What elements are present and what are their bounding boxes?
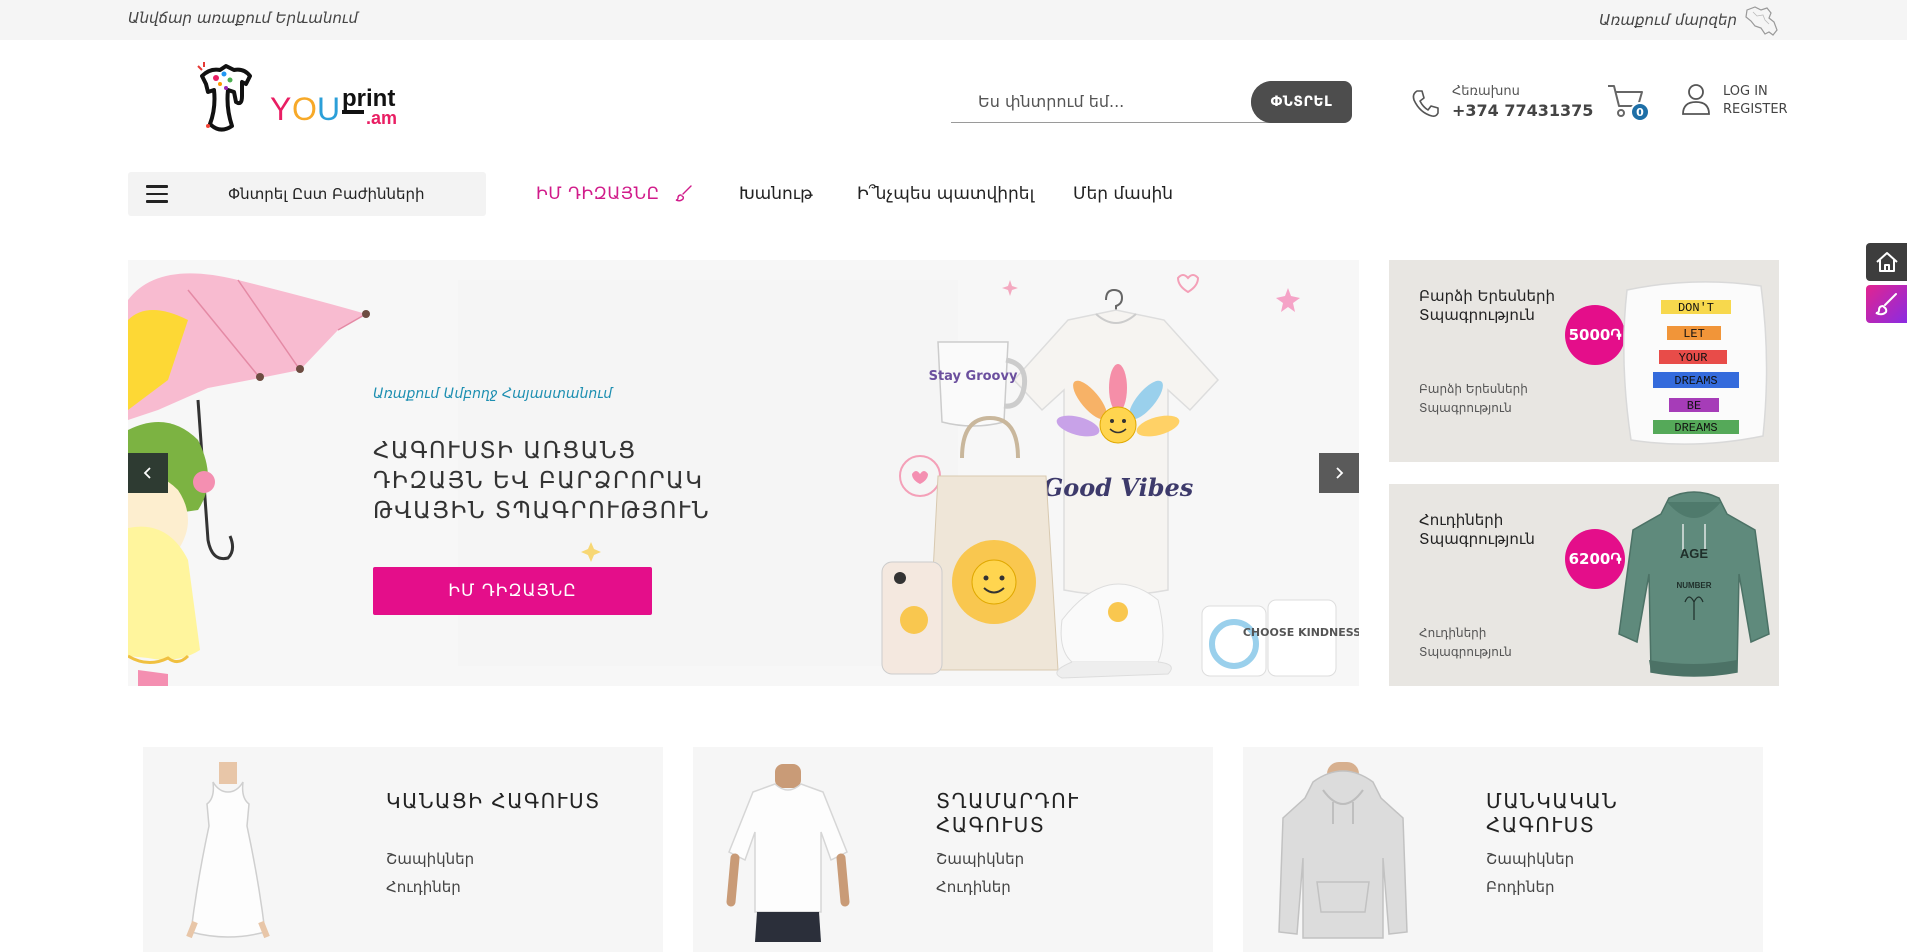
- category-title: ԿԱՆԱՑԻ ՀԱԳՈՒՍՏ: [386, 789, 601, 813]
- design-tool-shortcut-button[interactable]: [1866, 285, 1907, 323]
- promo-subtitle: Բարձի Երեսների Տպագրություն: [1419, 382, 1528, 415]
- chevron-left-icon: [143, 467, 151, 479]
- category-card-women[interactable]: ԿԱՆԱՑԻ ՀԱԳՈՒՍՏ Շապիկներ Հուդիներ: [143, 747, 663, 952]
- hamburger-menu-icon: [146, 185, 168, 203]
- coaster-text: CHOOSE KINDNESS: [1243, 626, 1359, 639]
- pillow-word-5: BE: [1687, 399, 1701, 413]
- nav-about-us[interactable]: Մեր մասին: [1073, 184, 1173, 204]
- browse-categories-button[interactable]: Փնտրել Ըստ Բաժինների: [128, 172, 486, 216]
- pillow-image: DON'T LET YOUR DREAMS BE DREAMS: [1623, 281, 1768, 445]
- category-card-men[interactable]: ՏՂԱՄԱՐԴՈՒ ՀԱԳՈՒՍՏ Շապիկներ Հուդիներ: [693, 747, 1213, 952]
- search-input[interactable]: [951, 81, 1271, 123]
- svg-text:O: O: [292, 91, 317, 127]
- logo-y: Y: [270, 91, 291, 127]
- category-title: ՏՂԱՄԱՐԴՈՒ ՀԱԳՈՒՍՏ: [936, 789, 1080, 837]
- youprint-logo[interactable]: Y O U print .am: [196, 62, 418, 142]
- chevron-right-icon: [1336, 467, 1344, 479]
- svg-text:.am: .am: [366, 108, 397, 128]
- women-dress-image: [186, 762, 270, 939]
- hero-kicker: Առաքում Ամբողջ Հայաստանում: [373, 386, 613, 402]
- slider-prev-button[interactable]: [128, 453, 168, 493]
- slider-next-button[interactable]: [1319, 453, 1359, 493]
- hoodie-word-2: NUMBER: [1676, 581, 1711, 590]
- promo-pillow-printing[interactable]: Բարձի Երեսների Տպագրություն Բարձի Երեսնե…: [1389, 260, 1779, 462]
- nav-how-to-order[interactable]: Ի՞նչպես պատվիրել: [857, 184, 1034, 204]
- category-link[interactable]: Շապիկներ: [386, 850, 474, 868]
- armenia-map-icon[interactable]: [1743, 4, 1781, 38]
- svg-text:U: U: [317, 91, 340, 127]
- brush-icon: [676, 185, 693, 202]
- paintbrush-icon: [1875, 293, 1897, 316]
- men-tshirt-image: [726, 764, 850, 942]
- hero-illustration: Good Vibes Stay Groovy CHOOSE KINDNESS: [128, 273, 1359, 686]
- category-link[interactable]: Շապիկներ: [936, 850, 1024, 868]
- promo-hoodie-printing[interactable]: Հուդիների Տպագրություն Հուդիների Տպագրու…: [1389, 484, 1779, 686]
- hero-headline: ՀԱԳՈՒՍՏԻ ԱՌՑԱՆՑ ԴԻԶԱՅՆ ԵՎ ԲԱՐՁՐՈՐԱԿ ԹՎԱՅ…: [373, 438, 711, 524]
- search-button[interactable]: ՓՆՏՐԵԼ: [1251, 81, 1352, 123]
- nav-shop[interactable]: Խանութ: [739, 184, 813, 204]
- phone-label: Հեռախոս: [1452, 84, 1520, 99]
- home-shortcut-button[interactable]: [1866, 243, 1907, 281]
- category-card-kids[interactable]: ՄԱՆԿԱԿԱՆ ՀԱԳՈՒՍՏ Շապիկներ Բոդիներ: [1243, 747, 1763, 952]
- user-icon[interactable]: [1681, 82, 1711, 116]
- pillow-word-3: YOUR: [1679, 351, 1708, 365]
- pillow-word-6: DREAMS: [1674, 421, 1717, 435]
- promo-title: Բարձի Երեսների Տպագրություն: [1419, 287, 1556, 324]
- nav-my-design-label: ԻՄ ԴԻԶԱՅՆԸ: [536, 184, 660, 204]
- promo-subtitle: Հուդիների Տպագրություն: [1419, 626, 1512, 659]
- home-icon: [1875, 252, 1898, 272]
- hoodie-image: AGE NUMBER: [1618, 491, 1770, 677]
- kids-hoodie-image: [1278, 762, 1408, 939]
- browse-categories-label: Փնտրել Ըստ Բաժինների: [228, 185, 425, 203]
- cart-button[interactable]: 0: [1606, 82, 1650, 122]
- mug-text: Stay Groovy: [929, 369, 1018, 384]
- pillow-word-2: LET: [1683, 327, 1705, 341]
- category-link[interactable]: Հուդիներ: [386, 878, 461, 896]
- search-button-label: ՓՆՏՐԵԼ: [1270, 94, 1333, 110]
- search-bar: ՓՆՏՐԵԼ: [951, 81, 1352, 123]
- free-delivery-note: Անվճար առաքում Երևանում: [128, 9, 358, 27]
- register-link[interactable]: REGISTER: [1723, 102, 1788, 117]
- login-link[interactable]: LOG IN: [1723, 84, 1768, 99]
- hero-slider: Good Vibes Stay Groovy CHOOSE KINDNESS Ա…: [128, 260, 1359, 686]
- phone-icon: [1412, 90, 1439, 117]
- hero-my-design-button[interactable]: ԻՄ ԴԻԶԱՅՆԸ: [373, 567, 652, 615]
- cart-count-badge: 0: [1630, 102, 1650, 122]
- shirt-text: Good Vibes: [1043, 473, 1194, 502]
- category-link[interactable]: Շապիկներ: [1486, 850, 1574, 868]
- category-link[interactable]: Բոդիներ: [1486, 878, 1554, 896]
- top-bar: Անվճար առաքում Երևանում Առաքում մարզեր: [0, 0, 1907, 40]
- pillow-word-4: DREAMS: [1674, 374, 1717, 388]
- hoodie-word-1: AGE: [1680, 546, 1709, 561]
- tshirt-logo-mark: [197, 62, 252, 132]
- delivery-regions-link[interactable]: Առաքում մարզեր: [1599, 11, 1737, 29]
- category-title: ՄԱՆԿԱԿԱՆ ՀԱԳՈՒՍՏ: [1486, 789, 1619, 837]
- pillow-word-1: DON'T: [1678, 301, 1714, 315]
- category-link[interactable]: Հուդիներ: [936, 878, 1011, 896]
- phone-number[interactable]: +374 77431375: [1452, 101, 1593, 120]
- nav-my-design[interactable]: ԻՄ ԴԻԶԱՅՆԸ: [536, 184, 693, 204]
- promo-title: Հուդիների Տպագրություն: [1419, 511, 1535, 548]
